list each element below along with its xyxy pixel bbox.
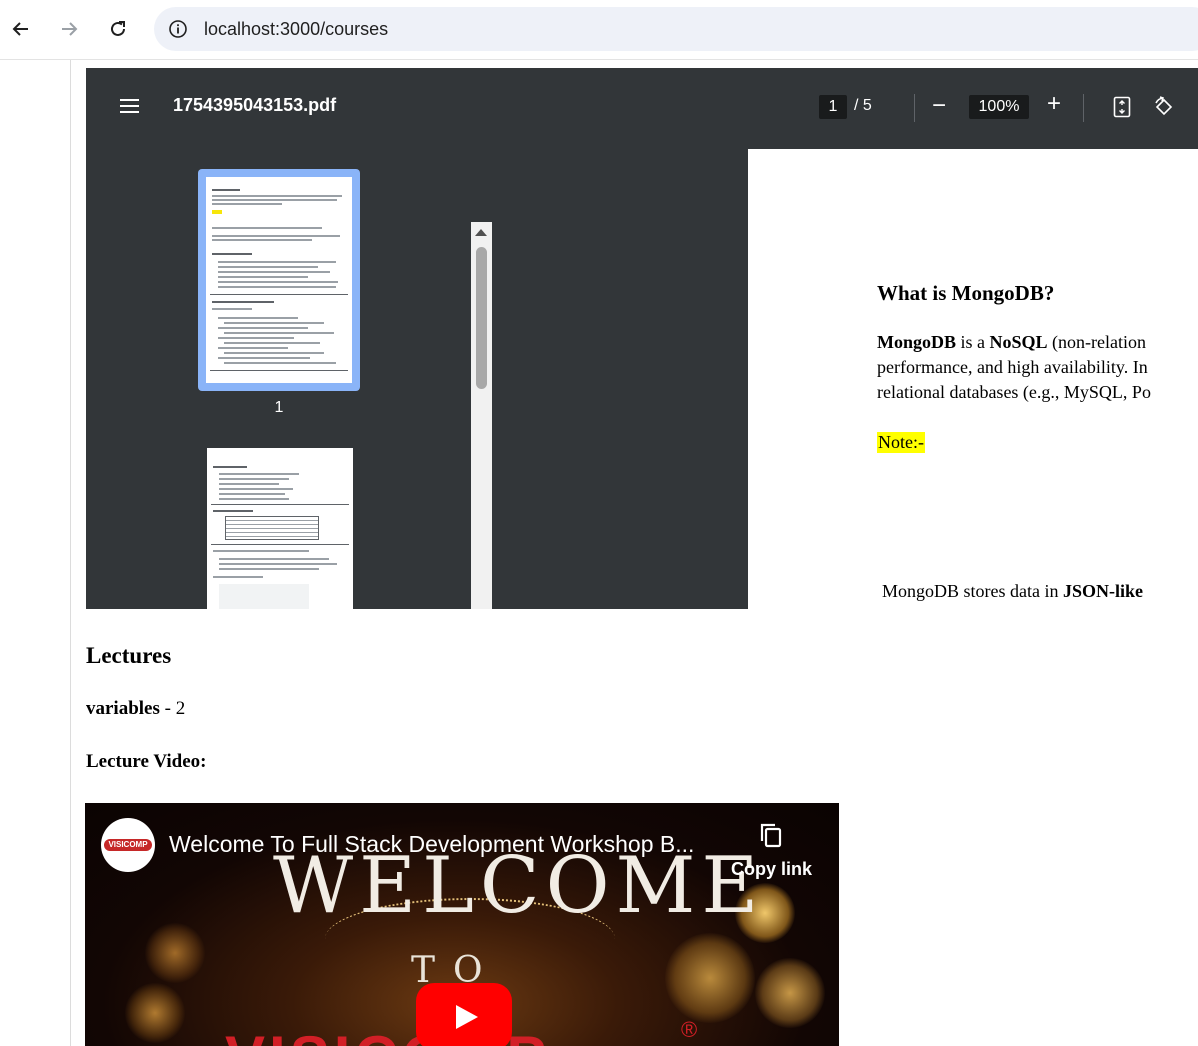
para-line: relational databases (e.g., MySQL, Po	[877, 382, 1151, 402]
play-icon	[456, 1005, 478, 1029]
para-text: (non-relation	[1047, 332, 1147, 352]
info-icon[interactable]	[168, 19, 188, 39]
lecture-item: variables - 2	[86, 698, 185, 720]
zoom-out-button[interactable]: −	[932, 92, 946, 120]
menu-icon[interactable]	[120, 98, 140, 114]
bokeh-light	[145, 923, 205, 983]
toolbar-separator	[914, 94, 915, 122]
copy-icon[interactable]	[758, 821, 784, 849]
pdf-bottom-text: MongoDB stores data in JSON-like	[882, 581, 1143, 602]
bottom-bold-term: JSON-like	[1062, 581, 1143, 601]
zoom-in-button[interactable]: +	[1047, 90, 1061, 118]
pdf-note-highlight: Note:-	[877, 432, 925, 453]
back-button[interactable]	[8, 16, 34, 42]
page-count: / 5	[854, 97, 872, 114]
toolbar-separator	[1083, 94, 1084, 122]
channel-avatar[interactable]: VISICOMP	[101, 818, 155, 872]
lecture-number: - 2	[159, 698, 186, 719]
video-title[interactable]: Welcome To Full Stack Development Worksh…	[169, 831, 694, 858]
thumbnail-sidebar: 1	[86, 145, 492, 609]
toolbar-divider	[0, 59, 1198, 60]
scroll-up-arrow[interactable]	[475, 229, 487, 236]
pdf-toolbar: 1754395043153.pdf 1 / 5 − 100% +	[86, 68, 1198, 145]
forward-button[interactable]	[56, 16, 82, 42]
para-line: performance, and high availability. In	[877, 357, 1148, 377]
fit-page-icon[interactable]	[1113, 96, 1131, 118]
youtube-embed[interactable]: WELCOME TO VISICOMP ® VISICOMP Welcome T…	[85, 803, 839, 1046]
para-bold-term: NoSQL	[989, 332, 1048, 352]
page-left-border	[70, 60, 71, 1046]
play-button[interactable]	[416, 983, 512, 1046]
pdf-filename: 1754395043153.pdf	[173, 95, 337, 115]
pdf-page-heading: What is MongoDB?	[877, 281, 1055, 305]
address-bar[interactable]: localhost:3000/courses	[154, 7, 1198, 51]
reload-icon	[111, 21, 125, 36]
thumbnail-page-2[interactable]	[207, 448, 353, 609]
video-overlay-registered: ®	[681, 1017, 698, 1042]
rotate-icon[interactable]	[1152, 95, 1176, 119]
lectures-heading: Lectures	[86, 643, 172, 668]
bokeh-light	[755, 958, 825, 1028]
pdf-page-paragraph: MongoDB is a NoSQL (non-relation perform…	[877, 330, 1151, 405]
lecture-name: variables	[86, 698, 160, 719]
back-arrow-icon	[12, 22, 28, 36]
pdf-viewer[interactable]: 1754395043153.pdf 1 / 5 − 100% + 1 What …	[86, 68, 1198, 609]
channel-logo-text: VISICOMP	[104, 839, 152, 851]
copy-link-button[interactable]: Copy link	[731, 859, 812, 880]
bottom-text: MongoDB stores data in	[882, 581, 1063, 601]
thumbnail-page-1[interactable]	[206, 177, 352, 383]
thumbnail-page-number: 1	[274, 399, 284, 416]
bokeh-light	[125, 983, 185, 1043]
pdf-page: What is MongoDB? MongoDB is a NoSQL (non…	[748, 149, 1198, 609]
browser-toolbar: localhost:3000/courses	[0, 0, 1198, 60]
url-text[interactable]: localhost:3000/courses	[204, 19, 388, 40]
para-bold-term: MongoDB	[877, 332, 957, 352]
lecture-video-label: Lecture Video:	[86, 751, 207, 772]
bokeh-light	[665, 933, 755, 1023]
forward-arrow-icon	[62, 22, 78, 36]
zoom-level-input[interactable]: 100%	[969, 95, 1029, 119]
page-number-input[interactable]: 1	[819, 95, 847, 119]
scrollbar-thumb[interactable]	[476, 247, 487, 389]
para-text: is a	[956, 332, 990, 352]
reload-button[interactable]	[105, 16, 131, 42]
